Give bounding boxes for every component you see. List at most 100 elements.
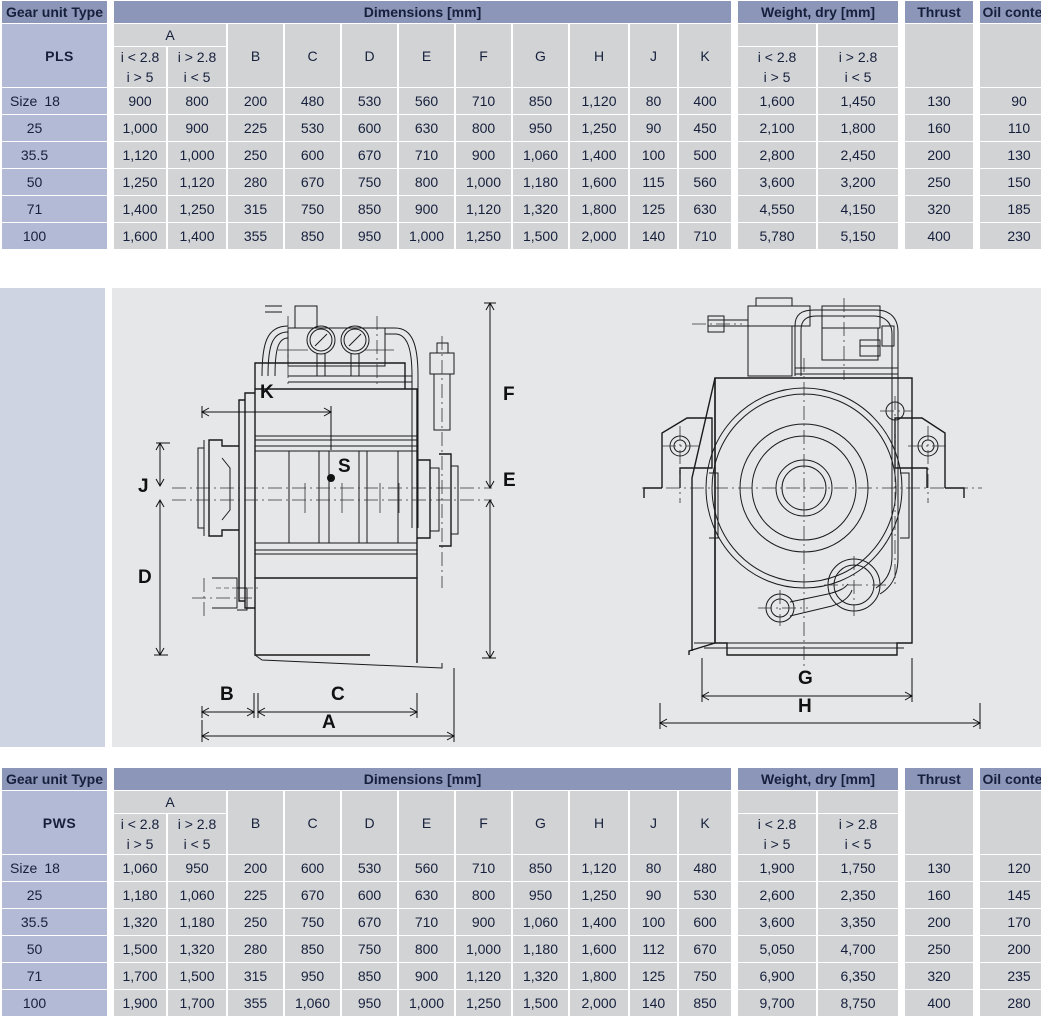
pls-oil-sub	[980, 24, 1041, 87]
cell-W1: 2,600	[738, 882, 817, 908]
gutter	[733, 936, 737, 962]
gutter	[109, 882, 112, 908]
drawing-side-panel	[0, 288, 105, 747]
cell-W2: 3,350	[818, 909, 899, 935]
cell-thrust: 130	[905, 855, 974, 881]
drawing-canvas: F E K S J D B C A G H	[112, 288, 1041, 747]
pws-A-ratio-right-top: i > 2.8	[177, 816, 217, 832]
table-row: Size 18 1,060 950 200 600 530 560 710 850 1,120 80 4…	[2, 855, 1041, 881]
gutter	[109, 936, 112, 962]
table-row: 100 1,900 1,700 355 1,060 950 1,000 1,250 1,500 2…	[2, 990, 1041, 1016]
cell-K: 630	[679, 196, 732, 222]
cell-D: 850	[342, 963, 397, 989]
gutter	[109, 1, 112, 23]
pls-group-header-row: Gear unit Type Dimensions [mm] Weight, d…	[2, 1, 1041, 23]
cell-C: 600	[285, 142, 340, 168]
gutter	[900, 169, 904, 195]
pws-gear-unit-type-header: Gear unit Type	[2, 768, 107, 790]
cell-A2: 1,320	[168, 936, 226, 962]
pls-W-ratio-left-top: i < 2.8	[757, 49, 797, 65]
cell-D: 950	[342, 990, 397, 1016]
pls-thrust-header: Thrust	[905, 1, 974, 23]
pls-weight-col1-blank	[738, 24, 817, 46]
pws-A-ratio-right-bottom: i < 5	[183, 836, 211, 852]
cell-K: 560	[679, 169, 732, 195]
cell-J: 80	[630, 88, 677, 114]
gutter	[975, 223, 979, 249]
table-row: 50 1,500 1,320 280 850 750 800 1,000 1,180 1,600 1…	[2, 936, 1041, 962]
cell-E: 560	[399, 88, 454, 114]
pls-col-H: H	[570, 24, 628, 87]
cell-C: 530	[285, 115, 340, 141]
cell-A1: 900	[114, 88, 166, 114]
row-size-18: Size 18	[2, 88, 107, 114]
cell-H: 1,120	[570, 855, 628, 881]
pws-col-C: C	[285, 791, 340, 854]
table-row: 35.5 1,120 1,000 250 600 670 710 900 1,060 1,400 1…	[2, 142, 1041, 168]
pws-A-ratio-right: i > 2.8 i < 5	[168, 814, 226, 854]
cell-H: 1,120	[570, 88, 628, 114]
pls-A-ratio-right-top: i > 2.8	[177, 49, 217, 65]
cell-F: 1,120	[456, 963, 511, 989]
cell-A2: 1,400	[168, 223, 226, 249]
pls-dimensions-table: Gear unit Type Dimensions [mm] Weight, d…	[0, 0, 1041, 250]
cell-B: 355	[228, 990, 283, 1016]
cell-oil-content: 185	[980, 196, 1041, 222]
cell-K: 450	[679, 115, 732, 141]
gutter	[733, 990, 737, 1016]
cell-F: 1,120	[456, 196, 511, 222]
row-size-50: 50	[2, 169, 107, 195]
cell-thrust: 400	[905, 223, 974, 249]
gutter	[733, 24, 737, 87]
gutter	[975, 882, 979, 908]
cell-G: 950	[513, 882, 568, 908]
gutter	[900, 963, 904, 989]
cell-D: 530	[342, 855, 397, 881]
cell-H: 1,600	[570, 936, 628, 962]
cell-thrust: 320	[905, 963, 974, 989]
cell-K: 750	[679, 963, 732, 989]
pls-col-J: J	[630, 24, 677, 87]
cell-W2: 3,200	[818, 169, 899, 195]
cell-J: 125	[630, 963, 677, 989]
gutter	[900, 882, 904, 908]
cell-G: 850	[513, 855, 568, 881]
pws-col-H: H	[570, 791, 628, 854]
dim-label-E: E	[503, 470, 516, 491]
cell-thrust: 250	[905, 169, 974, 195]
cell-E: 1,000	[399, 223, 454, 249]
cell-D: 670	[342, 909, 397, 935]
cell-J: 80	[630, 855, 677, 881]
dim-label-K: K	[260, 382, 274, 403]
gutter	[733, 791, 737, 854]
gutter	[975, 88, 979, 114]
cell-J: 90	[630, 882, 677, 908]
cell-C: 670	[285, 882, 340, 908]
cell-W2: 2,350	[818, 882, 899, 908]
pls-letter-header-row: PLS A B C D E F G H J K	[2, 24, 1041, 87]
pws-W-ratio-left: i < 2.8 i > 5	[738, 814, 817, 854]
pls-A-ratio-right: i > 2.8 i < 5	[168, 47, 226, 87]
cell-A1: 1,600	[114, 223, 166, 249]
cell-D: 600	[342, 115, 397, 141]
cell-K: 600	[679, 909, 732, 935]
pws-col-D: D	[342, 791, 397, 854]
row-size-25: 25	[2, 115, 107, 141]
cell-K: 670	[679, 936, 732, 962]
cell-A1: 1,250	[114, 169, 166, 195]
cell-W1: 4,550	[738, 196, 817, 222]
cell-oil-content: 145	[980, 882, 1041, 908]
gutter	[975, 142, 979, 168]
cell-C: 480	[285, 88, 340, 114]
cell-A1: 1,060	[114, 855, 166, 881]
row-size-50: 50	[2, 936, 107, 962]
pws-table-body: Size 18 1,060 950 200 600 530 560 710 850 1,120 80 4…	[2, 855, 1041, 1016]
pls-W-ratio-right-bottom: i < 5	[844, 69, 872, 85]
cell-B: 250	[228, 142, 283, 168]
cell-oil-content: 90	[980, 88, 1041, 114]
pws-dimensions-group-header: Dimensions [mm]	[114, 768, 732, 790]
cell-E: 710	[399, 909, 454, 935]
pws-thrust-header: Thrust	[905, 768, 974, 790]
cell-E: 800	[399, 169, 454, 195]
cell-B: 250	[228, 909, 283, 935]
